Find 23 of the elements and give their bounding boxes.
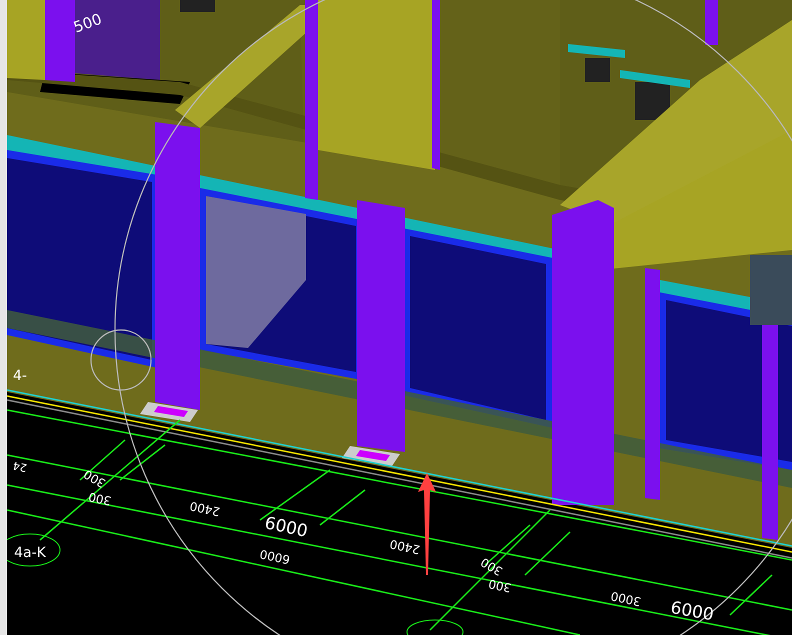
dimension-label: 3000 — [609, 588, 642, 609]
column-base — [342, 446, 400, 466]
dimension-label: 300 — [87, 489, 112, 508]
dimension-label: 500 — [71, 10, 104, 37]
dimension-label: 6000 — [669, 598, 716, 626]
dimension-label: 300 — [487, 576, 512, 595]
dimension-label: 2400 — [188, 498, 222, 519]
wall-column — [705, 0, 718, 45]
equipment-box — [750, 255, 792, 325]
dimension-label: 6000 — [262, 513, 310, 542]
wall-vent — [180, 0, 215, 12]
wall-vent — [585, 58, 610, 82]
column-base — [140, 402, 198, 422]
dimension-label: 6000 — [258, 546, 292, 567]
lintel — [620, 70, 690, 88]
dimension-label: 300 — [81, 466, 108, 490]
dimension-label: 2400 — [388, 536, 422, 557]
dimension-label: 4- — [13, 368, 27, 384]
dimension-label: 300 — [478, 554, 506, 578]
dimension-label: 24 — [12, 458, 28, 474]
wall-vent — [635, 82, 670, 120]
dimension-label: 4a-K — [14, 544, 46, 561]
lintel — [568, 44, 625, 58]
